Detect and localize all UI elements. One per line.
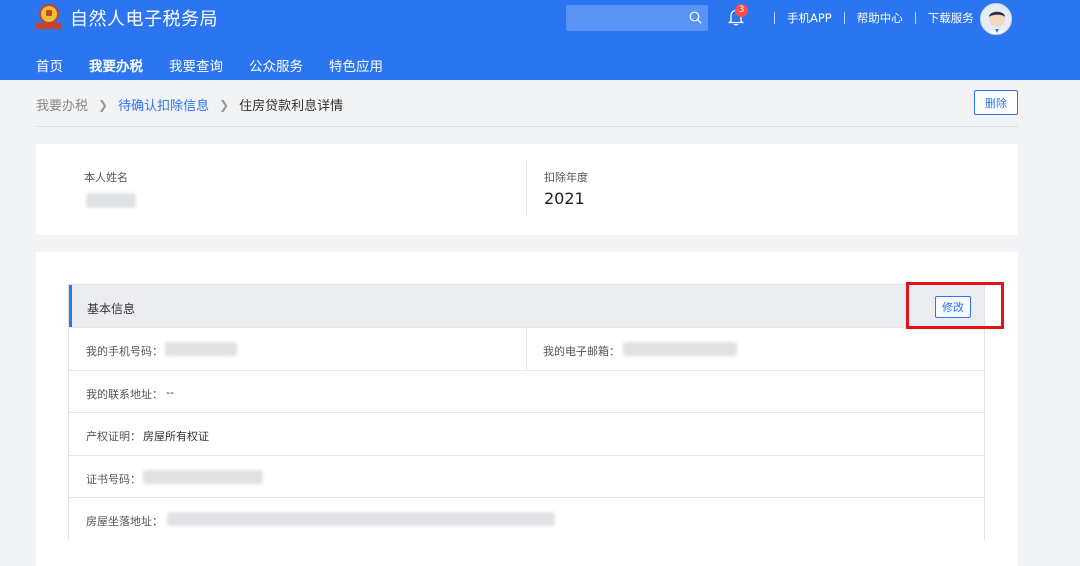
house-location-label: 房屋坐落地址： — [86, 515, 163, 528]
nav-item-home[interactable]: 首页 — [36, 55, 63, 75]
divider — [774, 12, 775, 24]
divider — [526, 328, 527, 370]
phone-value-redacted — [165, 342, 237, 356]
nav-item-tax-handling[interactable]: 我要办税 — [89, 55, 143, 75]
divider — [526, 162, 527, 216]
cert-number-label: 证书号码： — [86, 472, 141, 486]
year-label: 扣除年度 — [544, 171, 588, 184]
brand[interactable]: 自然人电子税务局 — [36, 4, 218, 32]
user-avatar-icon[interactable] — [980, 3, 1012, 35]
nav-item-featured-apps[interactable]: 特色应用 — [329, 55, 383, 75]
search-icon[interactable] — [689, 11, 702, 24]
name-label: 本人姓名 — [84, 171, 128, 184]
property-proof-value: 房屋所有权证 — [143, 430, 209, 443]
nav-item-public-service[interactable]: 公众服务 — [249, 55, 303, 75]
table-row: 证书号码： — [69, 454, 984, 498]
address-label: 我的联系地址： — [86, 387, 163, 401]
site-title: 自然人电子税务局 — [70, 9, 218, 30]
breadcrumb-item-pending-deductions[interactable]: 待确认扣除信息 — [118, 95, 209, 114]
notification-badge: 3 — [735, 4, 748, 17]
address-value: -- — [166, 385, 174, 399]
breadcrumb: 我要办税 ❯ 待确认扣除信息 ❯ 住房贷款利息详情 — [36, 95, 344, 115]
basic-info-title: 基本信息 — [87, 302, 136, 316]
download-service-link[interactable]: 下载服务 — [928, 10, 974, 26]
cert-number-value-redacted — [143, 469, 263, 484]
house-location-value-redacted — [167, 512, 555, 526]
property-proof-label: 产权证明： — [86, 430, 141, 443]
search-input[interactable] — [566, 5, 708, 31]
basic-info-header: 基本信息 修改 — [69, 285, 984, 327]
detail-card: 基本信息 修改 我的手机号码： 我的电子邮箱： 我的联系地址： -- 产权证明：… — [36, 252, 1018, 566]
nav-item-query[interactable]: 我要查询 — [169, 55, 223, 75]
chevron-right-icon: ❯ — [98, 97, 109, 112]
breadcrumb-item-current: 住房贷款利息详情 — [239, 99, 344, 114]
phone-label: 我的手机号码： — [86, 345, 163, 358]
table-row: 房屋坐落地址： — [69, 497, 984, 540]
email-value-redacted — [623, 342, 737, 356]
table-row: 产权证明： 房屋所有权证 — [69, 412, 984, 455]
year-value: 2021 — [544, 189, 585, 208]
edit-button[interactable]: 修改 — [935, 296, 971, 318]
mobile-app-link[interactable]: 手机APP — [787, 10, 832, 26]
email-label: 我的电子邮箱： — [543, 345, 620, 358]
summary-card: 本人姓名 扣除年度 2021 — [36, 144, 1018, 235]
divider — [843, 12, 845, 24]
delete-button[interactable]: 删除 — [974, 90, 1018, 115]
top-links: 手机APP 帮助中心 下载服务 — [762, 10, 974, 26]
tax-emblem-icon — [36, 4, 62, 32]
table-row: 我的联系地址： -- — [69, 369, 984, 413]
main-nav: 首页 我要办税 我要查询 公众服务 特色应用 — [36, 55, 409, 75]
top-header: 自然人电子税务局 3 手机APP 帮助中心 下载服务 首页 我要办税 我要查询 … — [0, 0, 1080, 80]
divider — [914, 12, 916, 24]
breadcrumb-bar: 我要办税 ❯ 待确认扣除信息 ❯ 住房贷款利息详情 删除 — [36, 80, 1018, 127]
chevron-right-icon: ❯ — [219, 97, 230, 112]
breadcrumb-item-tax-handling[interactable]: 我要办税 — [36, 95, 88, 114]
name-value-redacted — [86, 193, 136, 208]
table-row: 我的手机号码： 我的电子邮箱： — [69, 327, 984, 370]
basic-info-table: 基本信息 修改 我的手机号码： 我的电子邮箱： 我的联系地址： -- 产权证明：… — [68, 284, 985, 540]
help-center-link[interactable]: 帮助中心 — [857, 10, 903, 26]
